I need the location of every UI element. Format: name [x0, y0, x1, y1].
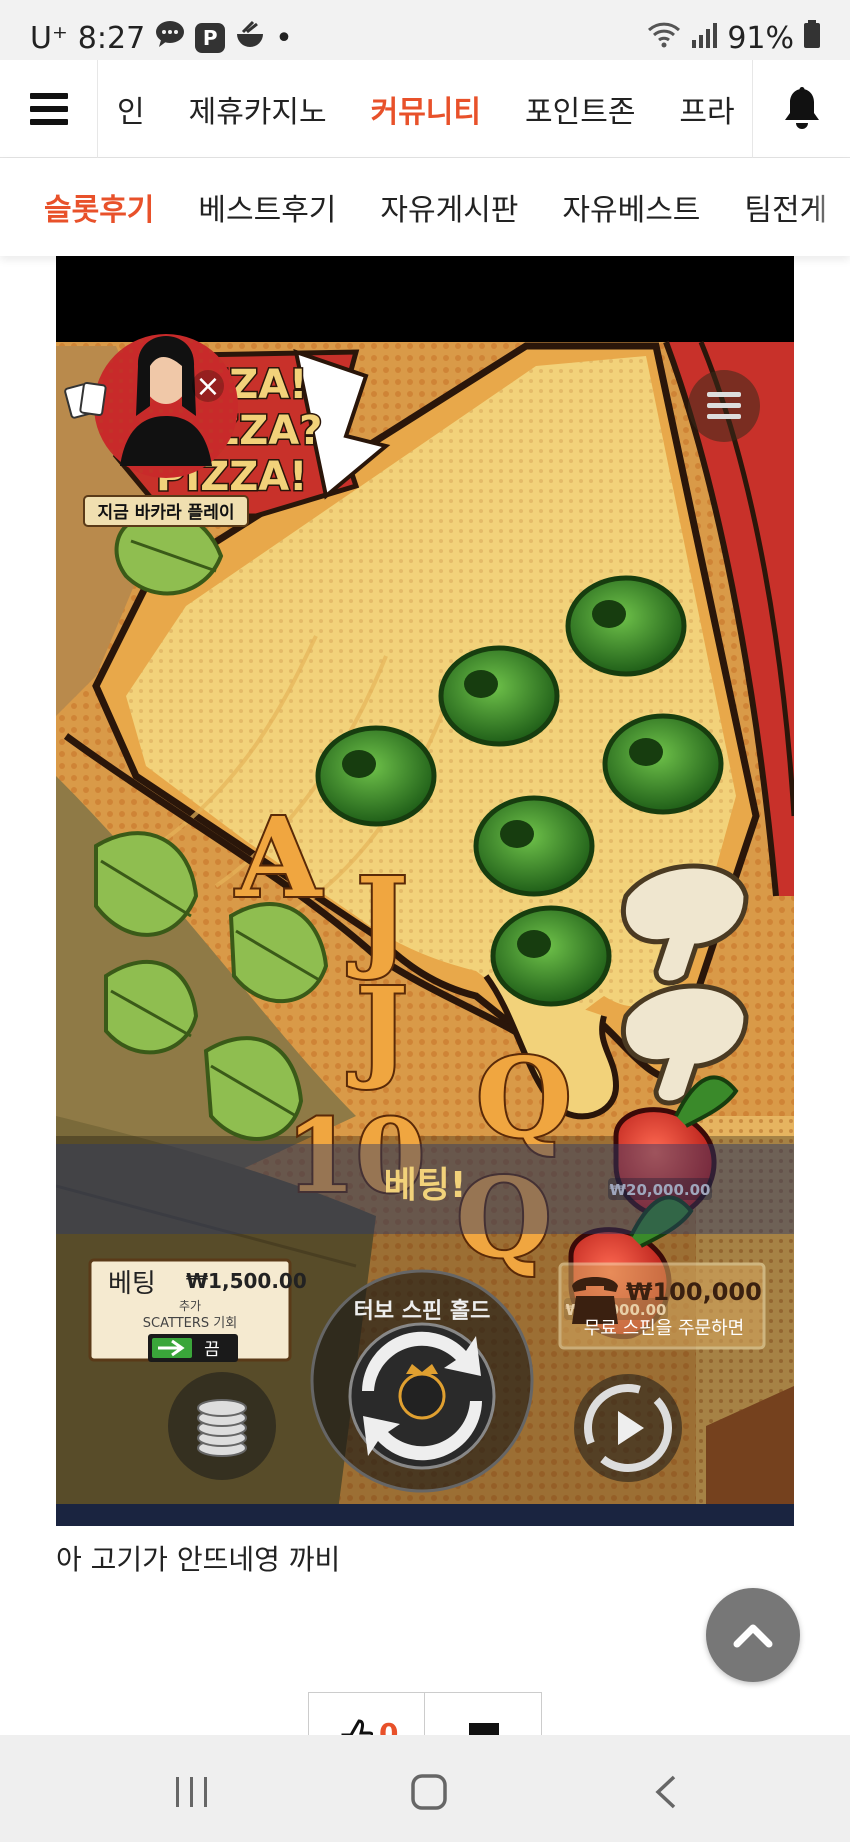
olive-symbol: [490, 905, 612, 1007]
olive-symbol: [602, 713, 724, 815]
promo-label: 지금 바카라 플레이: [98, 503, 235, 523]
signal-icon: [691, 21, 718, 56]
symbol-a: A: [235, 793, 323, 922]
bet-extra-line2: SCATTERS 기회: [143, 1316, 237, 1331]
home-icon[interactable]: [410, 1773, 448, 1811]
tab-free-best[interactable]: 자유베스트: [562, 185, 700, 229]
turbo-label: 터보 스핀 홀드: [354, 1298, 491, 1324]
symbol-q: Q: [476, 1033, 572, 1162]
slot-game-screenshot[interactable]: A J J 10 Q Q ₩20,000.00 PIZZA? PIZZA! 지금…: [56, 256, 794, 1526]
autoplay-button[interactable]: [574, 1374, 682, 1482]
hamburger-menu-button[interactable]: [0, 60, 98, 158]
bet-coins-button[interactable]: [168, 1372, 276, 1480]
gorilla-icon: [398, 1372, 446, 1420]
parking-app-icon: P: [195, 23, 226, 53]
tab-slot-reviews[interactable]: 슬롯후기: [44, 185, 154, 229]
extra-scatters-toggle[interactable]: 끔: [148, 1334, 238, 1362]
scroll-to-top-button[interactable]: [706, 1588, 800, 1682]
nav-item-partial-right[interactable]: 프라: [679, 87, 734, 131]
nav-item-point-zone[interactable]: 포인트존: [525, 87, 635, 131]
turbo-spin-button[interactable]: 터보 스핀 홀드: [310, 1269, 534, 1493]
bet-banner: 베팅!: [384, 1165, 467, 1206]
notifications-button[interactable]: [752, 60, 850, 158]
recent-apps-icon[interactable]: [172, 1775, 212, 1809]
close-icon: ×: [195, 369, 220, 404]
olive-symbol: [315, 725, 437, 827]
symbol-j: J: [347, 963, 408, 1092]
nav-item-community[interactable]: 커뮤니티: [371, 87, 481, 131]
chevron-up-icon: [733, 1624, 773, 1648]
free-spin-label: 무료 스핀을 주문하면: [584, 1318, 744, 1339]
carrier-label: U⁺: [30, 20, 68, 56]
olive-symbol: [565, 575, 687, 677]
food-notification-icon: [235, 20, 265, 56]
system-nav-bar: [0, 1735, 850, 1842]
battery-icon: [804, 20, 820, 56]
top-nav: 인 제휴카지노 커뮤니티 포인트존 프라: [0, 60, 850, 158]
tab-free-board[interactable]: 자유게시판: [380, 185, 518, 229]
promo-close-button[interactable]: ×: [192, 369, 224, 404]
bell-icon: [784, 87, 819, 129]
wifi-icon: [647, 20, 681, 56]
game-menu-icon: [707, 392, 741, 397]
more-notifications-dot: •: [275, 20, 293, 56]
nav-item-partner-casino[interactable]: 제휴카지노: [189, 87, 327, 131]
toggle-label: 끔: [204, 1340, 220, 1360]
game-menu-button[interactable]: [688, 370, 760, 442]
chat-notification-icon: [155, 20, 185, 56]
free-spin-amount: ₩100,000: [626, 1278, 762, 1306]
bet-panel[interactable]: 베팅 ₩1,500.00 추가 SCATTERS 기회 끔: [88, 1258, 307, 1362]
phone-icon: [572, 1277, 618, 1324]
main-menu: 인 제휴카지노 커뮤니티 포인트존 프라: [99, 60, 751, 158]
hamburger-menu-icon: [29, 93, 68, 125]
sub-nav: 슬롯후기 베스트후기 자유게시판 자유베스트 팀전게: [0, 158, 850, 256]
olive-symbol: [473, 795, 595, 897]
buy-free-spins-panel[interactable]: ₩100,000 무료 스핀을 주문하면: [558, 1262, 766, 1350]
clock: 8:27: [77, 20, 146, 56]
bet-label: 베팅: [108, 1269, 156, 1299]
post-caption: 아 고기가 안뜨네영 까비: [56, 1543, 341, 1576]
bet-amount: ₩1,500.00: [186, 1269, 307, 1293]
battery-percent: 91%: [727, 20, 794, 56]
back-icon[interactable]: [652, 1773, 680, 1811]
olive-symbol: [438, 645, 560, 747]
bet-extra-line1: 추가: [179, 1299, 201, 1313]
nav-item-partial-left[interactable]: 인: [117, 87, 145, 131]
coins-icon: [197, 1399, 247, 1457]
tab-best-reviews[interactable]: 베스트후기: [198, 185, 336, 229]
sub-nav-fade: [810, 158, 850, 256]
